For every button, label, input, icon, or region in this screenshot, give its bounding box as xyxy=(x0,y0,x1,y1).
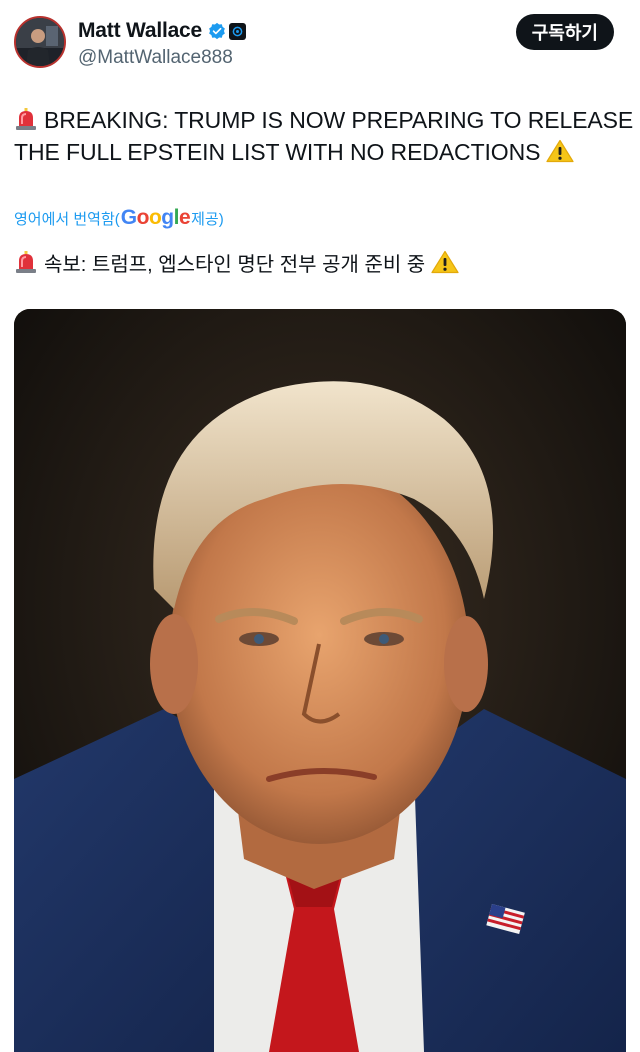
tweet-text: BREAKING: TRUMP IS NOW PREPARING TO RELE… xyxy=(14,104,634,168)
translated-text: 속보: 트럼프, 엡스타인 명단 전부 공개 준비 중 xyxy=(14,250,634,280)
avatar[interactable] xyxy=(14,16,66,68)
subscribe-button[interactable]: 구독하기 xyxy=(515,14,614,50)
tweet-text-line1: BREAKING: TRUMP IS NOW PREPARING TO RELE… xyxy=(44,107,634,133)
author-display-name[interactable]: Matt Wallace xyxy=(78,19,202,43)
affiliate-badge-icon xyxy=(229,22,247,40)
author-handle[interactable]: @MattWallace888 xyxy=(78,47,246,69)
warning-emoji-icon xyxy=(431,250,459,274)
portrait-image xyxy=(14,309,626,1052)
verified-badge-icon xyxy=(209,22,225,40)
tweet-text-line2: THE FULL EPSTEIN LIST WITH NO REDACTIONS xyxy=(14,139,541,165)
siren-emoji-icon xyxy=(16,108,36,130)
translation-attribution[interactable]: 영어에서 번역함( Google 제공) xyxy=(14,204,224,232)
tweet: Matt Wallace @MattWallace888 구독하기 BREAKI… xyxy=(0,0,640,1052)
author-names: Matt Wallace @MattWallace888 xyxy=(78,18,247,69)
google-logo: Google xyxy=(120,206,191,229)
tweet-photo[interactable] xyxy=(14,309,626,1052)
translated-text-body: 속보: 트럼프, 엡스타인 명단 전부 공개 준비 중 xyxy=(44,254,426,276)
tweet-header: Matt Wallace @MattWallace888 구독하기 xyxy=(14,14,626,72)
warning-emoji-icon xyxy=(546,139,574,163)
siren-emoji-icon xyxy=(16,251,36,273)
translation-suffix: 제공) xyxy=(191,210,224,228)
translation-prefix: 영어에서 번역함( xyxy=(14,210,120,228)
